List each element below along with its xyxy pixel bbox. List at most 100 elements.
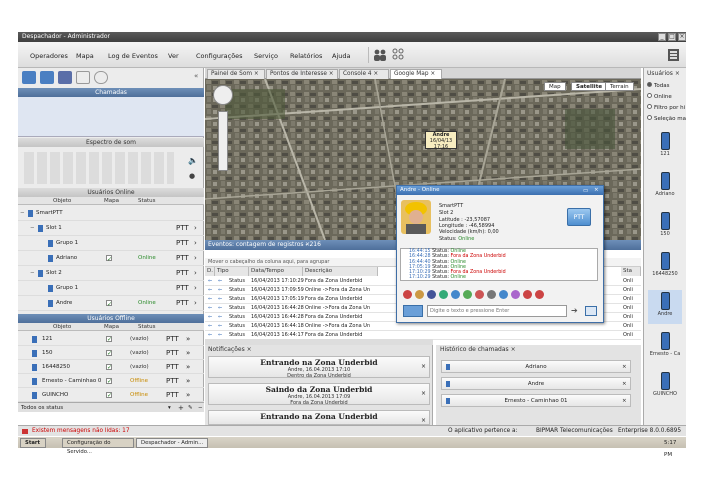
send-icon[interactable]: ➔ — [571, 306, 578, 315]
online-user-row[interactable]: Grupo 1 PTT › — [18, 236, 204, 251]
close-icon[interactable]: × — [622, 395, 627, 407]
speaker-icon[interactable]: 🔈 — [188, 156, 198, 165]
map-checkbox[interactable] — [106, 333, 112, 347]
col-d[interactable]: D. — [205, 267, 215, 276]
expand-arrow-icon[interactable]: › — [194, 266, 197, 281]
headset-icon[interactable] — [94, 71, 108, 84]
chamadas-header[interactable]: Chamadas — [18, 88, 204, 97]
radio-icon[interactable] — [647, 82, 652, 87]
menu-configuracoes[interactable]: Configurações — [196, 52, 243, 60]
call-history-item[interactable]: Andre × — [441, 377, 631, 390]
alert-icon[interactable] — [415, 290, 424, 299]
target-icon[interactable] — [523, 290, 532, 299]
device-tile[interactable]: 121 — [648, 130, 682, 164]
zoom-slider[interactable] — [218, 111, 228, 171]
microphone-icon[interactable]: ● — [189, 172, 195, 180]
online-user-row[interactable]: − Slot 2 PTT › — [18, 266, 204, 281]
chevron-down-icon[interactable]: ▾ — [168, 403, 171, 413]
col-status[interactable]: Sta — [621, 267, 641, 276]
users-filter-radio[interactable]: Seleção ma — [647, 115, 686, 122]
map-type-satellite[interactable]: Satellite — [571, 82, 608, 91]
col-data[interactable]: Data/Tempo — [249, 267, 303, 276]
taskbar-item-despachador[interactable]: Despachador - Admin... — [136, 438, 208, 448]
menu-relatorios[interactable]: Relatórios — [290, 52, 322, 60]
offline-user-row[interactable]: 16448250 (vazio) PTT » — [18, 360, 204, 375]
col-objeto[interactable]: Objeto — [53, 323, 71, 331]
message-input[interactable] — [427, 305, 567, 317]
tab-google-map[interactable]: Google Map × — [390, 69, 442, 79]
lock-icon[interactable] — [487, 290, 496, 299]
radio-icon[interactable] — [475, 290, 484, 299]
menu-ver[interactable]: Ver — [168, 52, 179, 60]
phone-icon[interactable] — [403, 290, 412, 299]
map-checkbox[interactable] — [106, 347, 112, 361]
menu-ajuda[interactable]: Ajuda — [332, 52, 350, 60]
map-checkbox[interactable] — [106, 252, 112, 267]
signal-icon[interactable] — [499, 290, 508, 299]
double-arrow-icon[interactable]: » — [186, 374, 190, 388]
expand-icon[interactable]: − — [30, 266, 35, 281]
chart-icon[interactable] — [22, 71, 36, 84]
map-checkbox[interactable] — [106, 297, 112, 312]
headset-icon[interactable] — [427, 290, 436, 299]
ptt-label[interactable]: PTT — [166, 360, 179, 374]
close-icon[interactable]: × — [421, 390, 426, 397]
panel-layout-icon[interactable] — [668, 49, 679, 61]
map-type-map[interactable]: Map — [544, 82, 566, 91]
ptt-label[interactable]: PTT — [176, 281, 189, 296]
ptt-button[interactable]: PTT — [567, 208, 591, 226]
notification-item[interactable]: Saindo da Zona Underbid Andre, 16.04.201… — [208, 383, 430, 406]
user-popup[interactable]: Andre - Online ▭ × SmartPTT Slot 2 Latit… — [396, 185, 604, 323]
offline-user-row[interactable]: 121 (vazio) PTT » — [18, 332, 204, 347]
remove-icon[interactable]: − — [198, 403, 203, 413]
tab-pontos-de-interesse[interactable]: Pontos de Interesse × — [266, 69, 338, 79]
device-tile[interactable]: Andre — [648, 290, 682, 324]
users-group-icon[interactable] — [373, 48, 387, 62]
radio-icon[interactable] — [647, 104, 652, 109]
online-user-row[interactable]: Andre Online PTT › — [18, 296, 204, 312]
expand-arrow-icon[interactable]: › — [194, 251, 197, 266]
ptt-label[interactable]: PTT — [176, 236, 189, 251]
refresh-icon[interactable] — [535, 290, 544, 299]
col-mapa[interactable]: Mapa — [104, 323, 119, 331]
ptt-label[interactable]: PTT — [176, 221, 189, 236]
espectro-header[interactable]: Espectro de som — [18, 138, 204, 147]
ptt-label[interactable]: PTT — [166, 388, 179, 402]
grid-view-icon[interactable] — [392, 48, 406, 62]
double-arrow-icon[interactable]: » — [186, 360, 190, 374]
expand-arrow-icon[interactable]: › — [194, 281, 197, 296]
status-filter[interactable]: Todos os status ▾ + ✎ − — [18, 402, 204, 412]
tab-painel-de-som[interactable]: Painel de Som × — [207, 69, 265, 79]
online-user-row[interactable]: Adriano Online PTT › — [18, 251, 204, 267]
close-icon[interactable]: × — [305, 240, 310, 250]
radio-icon[interactable] — [647, 115, 652, 120]
template-icon[interactable] — [403, 305, 423, 317]
col-descricao[interactable]: Descrição — [303, 267, 378, 276]
call-history-item[interactable]: Ernesto - Caminhao 01 × — [441, 394, 631, 407]
device-tile[interactable]: 16448250 — [648, 250, 682, 284]
popup-restore-icon[interactable]: ▭ — [583, 187, 588, 196]
expand-arrow-icon[interactable]: › — [194, 221, 197, 236]
users-filter-radio[interactable]: Todas — [647, 82, 670, 89]
radio-icon[interactable] — [647, 93, 652, 98]
call-history-item[interactable]: Adriano × — [441, 360, 631, 373]
ptt-label[interactable]: PTT — [166, 332, 179, 346]
map-marker-label[interactable]: Andre 16/04/13 17:16 — [425, 131, 457, 150]
map-checkbox[interactable] — [106, 375, 112, 389]
user-settings-icon[interactable] — [511, 290, 520, 299]
double-arrow-icon[interactable]: » — [186, 346, 190, 360]
users-filter-radio[interactable]: Filtro por hi — [647, 104, 685, 111]
maximize-icon[interactable]: □ — [668, 33, 676, 41]
menu-mapa[interactable]: Mapa — [76, 52, 94, 60]
double-arrow-icon[interactable]: » — [186, 388, 190, 402]
envelope-icon[interactable] — [585, 306, 597, 316]
ptt-label[interactable]: PTT — [176, 266, 189, 281]
double-arrow-icon[interactable]: » — [186, 332, 190, 346]
online-users-header[interactable]: Usuários Online — [18, 188, 204, 197]
offline-user-row[interactable]: GUINCHO Offline PTT » — [18, 388, 204, 403]
expand-arrow-icon[interactable]: › — [194, 296, 197, 311]
device-tile[interactable]: Ernesto - Ca — [648, 330, 682, 364]
col-status[interactable]: Status — [138, 197, 156, 205]
edit-icon[interactable]: ✎ — [188, 403, 193, 413]
close-icon[interactable]: × — [678, 33, 686, 41]
